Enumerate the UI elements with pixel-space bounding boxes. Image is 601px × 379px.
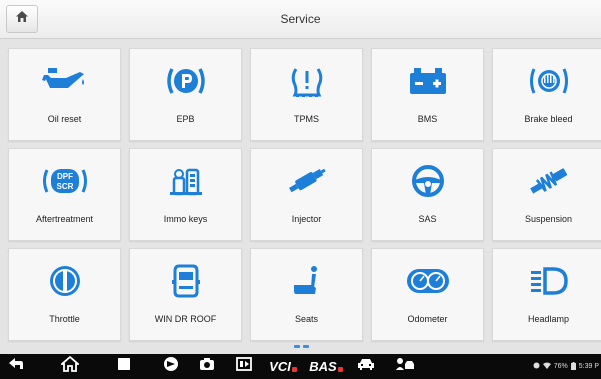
injector-icon bbox=[251, 161, 362, 201]
tile-label: Aftertreatment bbox=[35, 214, 94, 224]
bas-status-dot bbox=[337, 367, 343, 372]
tile-epb[interactable]: EPB bbox=[129, 48, 242, 141]
tire-pressure-icon bbox=[251, 61, 362, 101]
odometer-icon bbox=[372, 261, 483, 301]
battery-percent: 76% bbox=[553, 363, 568, 370]
browser-icon bbox=[163, 356, 179, 377]
parking-brake-icon bbox=[130, 61, 241, 101]
tile-label: Throttle bbox=[49, 314, 80, 324]
screen-record-icon bbox=[236, 357, 252, 376]
home-nav-button[interactable] bbox=[58, 354, 82, 379]
tile-label: BMS bbox=[417, 114, 438, 124]
page-title: Service bbox=[280, 12, 321, 26]
scr-text: SCR bbox=[56, 182, 73, 191]
camera-button[interactable] bbox=[196, 354, 218, 379]
back-button[interactable] bbox=[4, 354, 28, 379]
throttle-icon bbox=[9, 261, 120, 301]
clock: 5:39 P bbox=[578, 363, 599, 370]
tile-label: TPMS bbox=[293, 114, 319, 124]
tile-label: SAS bbox=[418, 214, 437, 224]
suspension-icon bbox=[493, 161, 601, 201]
tile-oil-reset[interactable]: Oil reset bbox=[8, 48, 121, 141]
tile-bms[interactable]: BMS bbox=[371, 48, 484, 141]
dpf-text: DPF bbox=[57, 172, 73, 181]
oil-can-icon bbox=[9, 61, 120, 101]
tile-seats[interactable]: Seats bbox=[250, 248, 363, 341]
tile-label: Immo keys bbox=[163, 214, 208, 224]
tile-throttle[interactable]: Throttle bbox=[8, 248, 121, 341]
immo-keys-icon bbox=[130, 161, 241, 201]
tile-label: Suspension bbox=[524, 214, 573, 224]
tile-headlamp[interactable]: Headlamp bbox=[492, 248, 601, 341]
vehicle-menu-button[interactable] bbox=[354, 354, 378, 379]
location-icon bbox=[533, 362, 540, 371]
tile-suspension[interactable]: Suspension bbox=[492, 148, 601, 241]
tile-aftertreatment[interactable]: DPF SCR Aftertreatment bbox=[8, 148, 121, 241]
vci-label: VCI bbox=[269, 359, 291, 374]
bas-label: BAS bbox=[309, 359, 337, 374]
header-bar: Service bbox=[0, 0, 601, 39]
tile-win-dr-roof[interactable]: WIN DR ROOF bbox=[129, 248, 242, 341]
wifi-icon bbox=[542, 362, 551, 371]
page-dot bbox=[293, 345, 300, 348]
car-door-icon bbox=[130, 261, 241, 301]
page-dot bbox=[302, 345, 309, 348]
tile-tpms[interactable]: TPMS bbox=[250, 48, 363, 141]
tile-sas[interactable]: SAS bbox=[371, 148, 484, 241]
system-navbar: VCI BAS 76% 5:39 P bbox=[0, 354, 601, 379]
brake-bleed-icon bbox=[493, 61, 601, 101]
recent-apps-button[interactable] bbox=[113, 354, 135, 379]
tile-label: Headlamp bbox=[527, 314, 570, 324]
recent-apps-icon bbox=[117, 357, 131, 376]
car-icon bbox=[357, 357, 375, 376]
tile-injector[interactable]: Injector bbox=[250, 148, 363, 241]
home-icon bbox=[59, 355, 81, 377]
seat-icon bbox=[251, 261, 362, 301]
dpf-scr-icon: DPF SCR bbox=[9, 161, 120, 201]
battery-icon bbox=[372, 61, 483, 101]
tile-label: WIN DR ROOF bbox=[154, 314, 217, 324]
service-screen: Service Oil reset EPB TPMS BMS Brake ble… bbox=[0, 0, 601, 379]
tile-label: Seats bbox=[294, 314, 318, 324]
battery-icon bbox=[570, 361, 576, 372]
back-icon bbox=[8, 357, 24, 376]
headlamp-icon bbox=[493, 261, 601, 301]
tile-label: Brake bleed bbox=[524, 114, 573, 124]
tile-label: Odometer bbox=[407, 314, 448, 324]
service-grid: Oil reset EPB TPMS BMS Brake bleed DPF S… bbox=[8, 48, 601, 341]
camera-icon bbox=[199, 357, 215, 376]
screen-record-button[interactable] bbox=[233, 354, 255, 379]
tile-label: Oil reset bbox=[47, 114, 82, 124]
vci-status-button[interactable]: VCI bbox=[265, 354, 301, 379]
tile-label: Injector bbox=[291, 214, 322, 224]
car-user-icon bbox=[395, 357, 415, 376]
page-indicator bbox=[291, 345, 311, 349]
steering-wheel-icon bbox=[372, 161, 483, 201]
status-area: 76% 5:39 P bbox=[533, 354, 599, 379]
tile-brake-bleed[interactable]: Brake bleed bbox=[492, 48, 601, 141]
tile-odometer[interactable]: Odometer bbox=[371, 248, 484, 341]
vehicle-user-button[interactable] bbox=[392, 354, 418, 379]
bas-status-button[interactable]: BAS bbox=[306, 354, 346, 379]
tile-immo-keys[interactable]: Immo keys bbox=[129, 148, 242, 241]
vci-status-dot bbox=[291, 367, 297, 372]
browser-button[interactable] bbox=[160, 354, 182, 379]
tile-label: EPB bbox=[176, 114, 195, 124]
